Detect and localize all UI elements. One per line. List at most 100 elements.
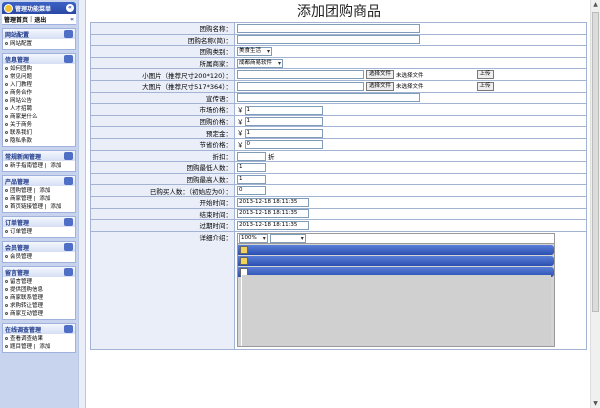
- sidebar-item-link[interactable]: 会员管理: [10, 254, 32, 260]
- form-value-cell: 选择文件 未选择文件 上传: [234, 79, 587, 93]
- sidebar-section-title[interactable]: 在线调查管理: [2, 323, 76, 334]
- page-title: 添加团购商品: [297, 4, 381, 20]
- discount-input[interactable]: [237, 152, 266, 162]
- sidebar-item-link[interactable]: 留言管理: [10, 279, 32, 285]
- form-label: 节省价格：: [90, 137, 235, 151]
- sidebar-item: 求购转让管理: [5, 302, 73, 310]
- image-path-input[interactable]: [237, 70, 364, 80]
- sidebar-item-link[interactable]: 商家管理: [10, 196, 32, 202]
- sidebar-item-add-link[interactable]: 添加: [39, 344, 50, 350]
- bullet-icon: [5, 91, 8, 94]
- price-input[interactable]: 1: [244, 105, 323, 115]
- editor-toolbar-selects: 100%: [238, 233, 554, 244]
- sidebar-item: 入门教程: [5, 81, 73, 89]
- sidebar-item-link[interactable]: 团购管理: [10, 188, 32, 194]
- vertical-scrollbar[interactable]: ▲ ▼: [590, 0, 600, 408]
- sidebar-item-link[interactable]: 订单管理: [10, 229, 32, 235]
- sidebar-item-add-link[interactable]: 添加: [50, 163, 61, 169]
- double-chevron-left-icon[interactable]: «: [70, 16, 74, 23]
- count-input[interactable]: 1: [237, 174, 266, 184]
- form-label: 详细介绍：: [90, 230, 235, 350]
- rich-text-editor[interactable]: 100%: [237, 232, 555, 347]
- form-row: 开始时间： 2013-12-18 18:11:35: [90, 195, 587, 209]
- sidebar-item-add-link[interactable]: 添加: [39, 188, 50, 194]
- sidebar-section-title[interactable]: 订单管理: [2, 216, 76, 227]
- no-file-text: 未选择文件: [396, 72, 424, 79]
- scroll-up-icon[interactable]: ▲: [591, 0, 600, 9]
- home-link[interactable]: 管理首页: [4, 15, 28, 24]
- bullet-icon: [5, 230, 8, 233]
- sidebar-item: 关于商务: [5, 121, 73, 129]
- sidebar-item-link[interactable]: 求购转让管理: [10, 303, 43, 309]
- sidebar-section-title[interactable]: 会员管理: [2, 241, 76, 252]
- price-input[interactable]: 0: [244, 140, 323, 150]
- sidebar-item-add-link[interactable]: 添加: [39, 196, 50, 202]
- sidebar-item-link[interactable]: 首页链接管理: [10, 204, 43, 210]
- scroll-down-icon[interactable]: ▼: [591, 399, 600, 408]
- upload-button[interactable]: 上传: [476, 70, 494, 80]
- form-label: 开始时间：: [90, 195, 235, 209]
- editor-content-area[interactable]: [241, 274, 551, 346]
- price-input[interactable]: 1: [244, 128, 323, 138]
- image-path-input[interactable]: [237, 81, 364, 91]
- datetime-input[interactable]: 2013-12-18 18:11:35: [237, 209, 309, 219]
- form-value-cell: 2013-12-18 18:11:35: [234, 219, 587, 232]
- sidebar-item-link[interactable]: 查看调查结果: [10, 336, 43, 342]
- count-input[interactable]: 0: [237, 186, 266, 196]
- sidebar-item-link[interactable]: 网站公告: [10, 98, 32, 104]
- sidebar-item-link[interactable]: 商家联系管理: [10, 295, 43, 301]
- price-input[interactable]: 1: [244, 117, 323, 127]
- sidebar-item-link[interactable]: 常见问题: [10, 74, 32, 80]
- zoom-select[interactable]: 100%: [239, 233, 268, 243]
- sidebar-section-title[interactable]: 常规新闻管理: [2, 150, 76, 161]
- select-dropdown[interactable]: 成都商易软件: [237, 58, 284, 68]
- sidebar-section-title[interactable]: 信息管理: [2, 53, 76, 64]
- sidebar-item-link[interactable]: 人才招聘: [10, 106, 32, 112]
- scrollbar-thumb[interactable]: [592, 12, 599, 312]
- logout-link[interactable]: 退出: [34, 15, 46, 24]
- sidebar-item-link[interactable]: 入门教程: [10, 82, 32, 88]
- bullet-icon: [5, 197, 8, 200]
- sidebar-item-link[interactable]: 商务合作: [10, 90, 32, 96]
- sidebar-item-link[interactable]: 新手指南管理: [10, 163, 43, 169]
- bullet-icon: [5, 296, 8, 299]
- font-select[interactable]: [269, 233, 306, 243]
- datetime-input[interactable]: 2013-12-18 18:11:35: [237, 220, 309, 230]
- sidebar-section-body: 团购管理 | 添加 商家管理 | 添加 首页链接管理 | 添加: [2, 186, 76, 213]
- sidebar-section-title[interactable]: 产品管理: [2, 175, 76, 186]
- frame-divider[interactable]: [78, 0, 86, 408]
- select-dropdown[interactable]: 美食生活: [237, 46, 273, 56]
- text-input[interactable]: [237, 23, 420, 33]
- text-input[interactable]: [237, 35, 420, 45]
- count-input[interactable]: 1: [237, 162, 266, 172]
- choose-file-button[interactable]: 选择文件: [366, 70, 395, 80]
- form-label: 已购买人数：（初始应为0）：: [90, 184, 235, 197]
- datetime-input[interactable]: 2013-12-18 18:11:35: [237, 197, 309, 207]
- form-label: 过期时间：: [90, 219, 235, 232]
- no-file-text: 未选择文件: [396, 84, 424, 91]
- sidebar-item: 隐私条款: [5, 137, 73, 145]
- sidebar-item-link[interactable]: 商家是什么: [10, 114, 38, 120]
- sidebar: 管理功能菜单 « 管理首页 | 退出 « 网站配置 网站配置 信息管理 如何团购 常见问…: [0, 0, 78, 408]
- sidebar-item-add-link[interactable]: 添加: [50, 204, 61, 210]
- collapse-icon[interactable]: «: [66, 4, 74, 12]
- sidebar-item-link[interactable]: 题目管理: [10, 344, 32, 350]
- sidebar-section-title[interactable]: 留言管理: [2, 266, 76, 277]
- sidebar-item-link[interactable]: 提供团购信息: [10, 287, 43, 293]
- sidebar-item-link[interactable]: 关于商务: [10, 122, 32, 128]
- upload-button[interactable]: 上传: [476, 81, 494, 91]
- toolbar-icon[interactable]: [240, 256, 248, 265]
- sidebar-section-title[interactable]: 网站配置: [2, 28, 76, 39]
- sidebar-item-link[interactable]: 网站配置: [10, 41, 32, 47]
- sidebar-item-link[interactable]: 如何团购: [10, 66, 32, 72]
- sidebar-item-link[interactable]: 隐私条款: [10, 138, 32, 144]
- bullet-icon: [5, 83, 8, 86]
- sidebar-item-link[interactable]: 商家互动管理: [10, 311, 43, 317]
- sidebar-section-body: 网站配置: [2, 39, 76, 50]
- sidebar-item: 商家管理 | 添加: [5, 195, 73, 203]
- text-input[interactable]: [237, 93, 420, 103]
- choose-file-button[interactable]: 选择文件: [366, 81, 395, 91]
- sidebar-item-link[interactable]: 联系我们: [10, 130, 32, 136]
- toolbar-icon[interactable]: [240, 245, 248, 254]
- form-label: 宣传语：: [90, 91, 235, 105]
